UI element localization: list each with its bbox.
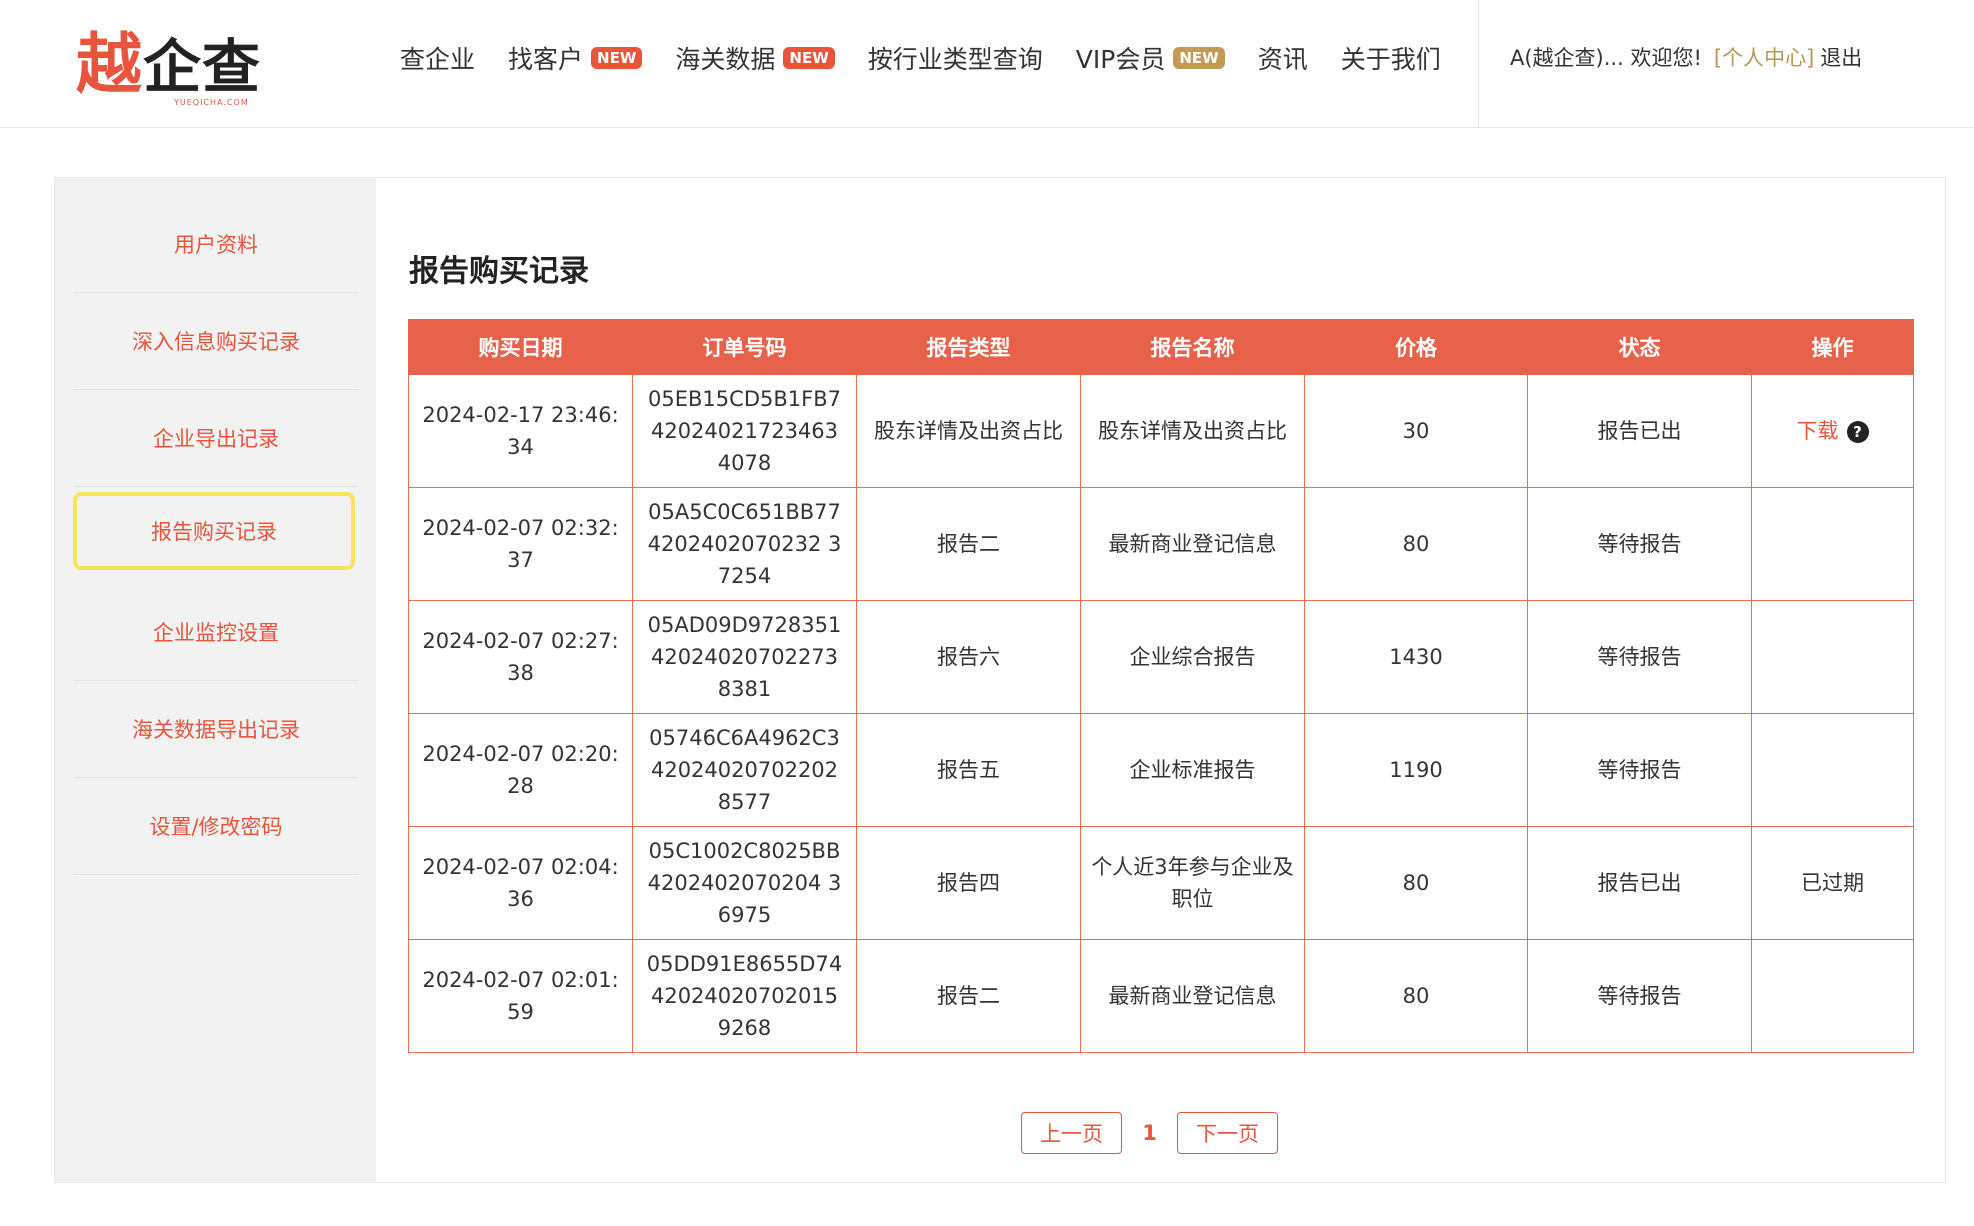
cell-price: 80 — [1304, 939, 1528, 1053]
next-page-button[interactable]: 下一页 — [1177, 1112, 1278, 1154]
logo-subtext: YUEQICHA.COM — [174, 98, 249, 107]
new-badge: NEW — [1173, 47, 1225, 69]
site-logo[interactable]: 越企查 YUEQICHA.COM — [76, 30, 266, 110]
prev-page-button[interactable]: 上一页 — [1021, 1112, 1122, 1154]
cell-status: 等待报告 — [1527, 600, 1752, 714]
main-content: 报告购买记录 购买日期 订单号码 报告类型 报告名称 价格 状态 操作 2024… — [376, 178, 1945, 1182]
table-header-row: 购买日期 订单号码 报告类型 报告名称 价格 状态 操作 — [408, 319, 1914, 375]
sidebar-item-customs-export-records[interactable]: 海关数据导出记录 — [73, 681, 359, 778]
cell-price: 30 — [1304, 374, 1528, 488]
cell-order-number: 05AD09D972835142024020702273 8381 — [632, 600, 857, 714]
sidebar-item-report-purchase-records[interactable]: 报告购买记录 — [73, 492, 355, 570]
cell-purchase-date: 2024-02-07 02:01:59 — [408, 939, 633, 1053]
cell-report-name: 最新商业登记信息 — [1080, 487, 1305, 601]
cell-purchase-date: 2024-02-07 02:27:38 — [408, 600, 633, 714]
sidebar-item-user-profile[interactable]: 用户资料 — [73, 196, 359, 293]
top-header: 越企查 YUEQICHA.COM 查企业 找客户 NEW 海关数据 NEW 按行业类… — [0, 0, 1974, 128]
user-area: A(越企查)... 欢迎您! [个人中心] 退出 — [1510, 42, 1862, 72]
cell-report-name: 股东详情及出资占比 — [1080, 374, 1305, 488]
cell-status: 等待报告 — [1527, 713, 1752, 827]
page-title: 报告购买记录 — [409, 254, 589, 289]
sidebar: 用户资料 深入信息购买记录 企业导出记录 报告购买记录 企业监控设置 海关数据导… — [55, 178, 376, 1182]
table-row: 2024-02-07 02:04:36 05C1002C8025BB4202402… — [408, 826, 1914, 940]
header-report-name: 报告名称 — [1080, 319, 1305, 375]
table-row: 2024-02-07 02:32:37 05A5C0C651BB774202402… — [408, 487, 1914, 601]
header-report-type: 报告类型 — [856, 319, 1081, 375]
cell-order-number: 05746C6A4962C342024020702202 8577 — [632, 713, 857, 827]
cell-report-type: 报告二 — [856, 487, 1081, 601]
cell-action: 下载? — [1751, 374, 1914, 488]
cell-report-name: 企业标准报告 — [1080, 713, 1305, 827]
cell-report-name: 个人近3年参与企业及职位 — [1080, 826, 1305, 940]
cell-price: 80 — [1304, 487, 1528, 601]
cell-report-type: 报告六 — [856, 600, 1081, 714]
cell-action — [1751, 713, 1914, 827]
table-row: 2024-02-17 23:46:34 05EB15CD5B1FB74202402… — [408, 374, 1914, 488]
cell-action — [1751, 487, 1914, 601]
table-row: 2024-02-07 02:27:38 05AD09D97283514202402… — [408, 600, 1914, 714]
cell-purchase-date: 2024-02-07 02:20:28 — [408, 713, 633, 827]
cell-purchase-date: 2024-02-07 02:04:36 — [408, 826, 633, 940]
header-price: 价格 — [1304, 319, 1528, 375]
cell-status: 等待报告 — [1527, 939, 1752, 1053]
sidebar-item-deep-info-records[interactable]: 深入信息购买记录 — [73, 293, 359, 390]
nav-item-find-customer[interactable]: 找客户 NEW — [508, 40, 643, 76]
header-divider — [1478, 0, 1479, 128]
expired-label: 已过期 — [1801, 871, 1864, 895]
nav-item-customs-data[interactable]: 海关数据 NEW — [675, 40, 835, 76]
nav-item-news[interactable]: 资讯 — [1258, 40, 1308, 76]
cell-status: 报告已出 — [1527, 826, 1752, 940]
cell-report-type: 报告五 — [856, 713, 1081, 827]
cell-order-number: 05C1002C8025BB4202402070204 36975 — [632, 826, 857, 940]
nav-item-about[interactable]: 关于我们 — [1341, 40, 1441, 76]
logo-text: 越企查 — [76, 26, 262, 103]
page-number-current[interactable]: 1 — [1122, 1121, 1177, 1145]
cell-status: 等待报告 — [1527, 487, 1752, 601]
cell-report-name: 最新商业登记信息 — [1080, 939, 1305, 1053]
new-badge: NEW — [591, 47, 643, 69]
cell-action: 已过期 — [1751, 826, 1914, 940]
report-records-table: 购买日期 订单号码 报告类型 报告名称 价格 状态 操作 2024-02-17 … — [408, 319, 1914, 1053]
personal-center-link[interactable]: [个人中心] — [1714, 42, 1814, 72]
main-nav: 查企业 找客户 NEW 海关数据 NEW 按行业类型查询 VIP会员 NEW 资讯 关… — [400, 38, 1474, 78]
header-status: 状态 — [1527, 319, 1752, 375]
help-icon[interactable]: ? — [1846, 421, 1869, 443]
cell-report-type: 报告二 — [856, 939, 1081, 1053]
sidebar-item-company-export-records[interactable]: 企业导出记录 — [73, 390, 359, 487]
user-greeting: A(越企查)... 欢迎您! — [1510, 46, 1702, 70]
logout-link[interactable]: 退出 — [1820, 42, 1862, 72]
cell-price: 1430 — [1304, 600, 1528, 714]
pagination: 上一页 1 下一页 — [1021, 1112, 1278, 1154]
sidebar-item-password-settings[interactable]: 设置/修改密码 — [73, 778, 359, 875]
sidebar-item-company-monitor-settings[interactable]: 企业监控设置 — [73, 584, 359, 681]
cell-report-type: 报告四 — [856, 826, 1081, 940]
nav-item-vip[interactable]: VIP会员 NEW — [1076, 40, 1225, 76]
table-row: 2024-02-07 02:20:28 05746C6A4962C34202402… — [408, 713, 1914, 827]
cell-status: 报告已出 — [1527, 374, 1752, 488]
cell-order-number: 05DD91E8655D7442024020702015 9268 — [632, 939, 857, 1053]
cell-report-type: 股东详情及出资占比 — [856, 374, 1081, 488]
cell-price: 80 — [1304, 826, 1528, 940]
cell-order-number: 05A5C0C651BB774202402070232 37254 — [632, 487, 857, 601]
account-panel: 用户资料 深入信息购买记录 企业导出记录 报告购买记录 企业监控设置 海关数据导… — [54, 177, 1946, 1183]
header-action: 操作 — [1751, 319, 1914, 375]
nav-item-query-company[interactable]: 查企业 — [400, 40, 475, 76]
cell-order-number: 05EB15CD5B1FB742024021723463 4078 — [632, 374, 857, 488]
cell-report-name: 企业综合报告 — [1080, 600, 1305, 714]
table-row: 2024-02-07 02:01:59 05DD91E8655D744202402… — [408, 939, 1914, 1053]
new-badge: NEW — [783, 47, 835, 69]
cell-action — [1751, 939, 1914, 1053]
header-order-number: 订单号码 — [632, 319, 857, 375]
nav-item-industry-query[interactable]: 按行业类型查询 — [868, 40, 1043, 76]
cell-price: 1190 — [1304, 713, 1528, 827]
download-link[interactable]: 下载 — [1797, 419, 1839, 443]
cell-purchase-date: 2024-02-17 23:46:34 — [408, 374, 633, 488]
cell-action — [1751, 600, 1914, 714]
header-purchase-date: 购买日期 — [408, 319, 633, 375]
cell-purchase-date: 2024-02-07 02:32:37 — [408, 487, 633, 601]
